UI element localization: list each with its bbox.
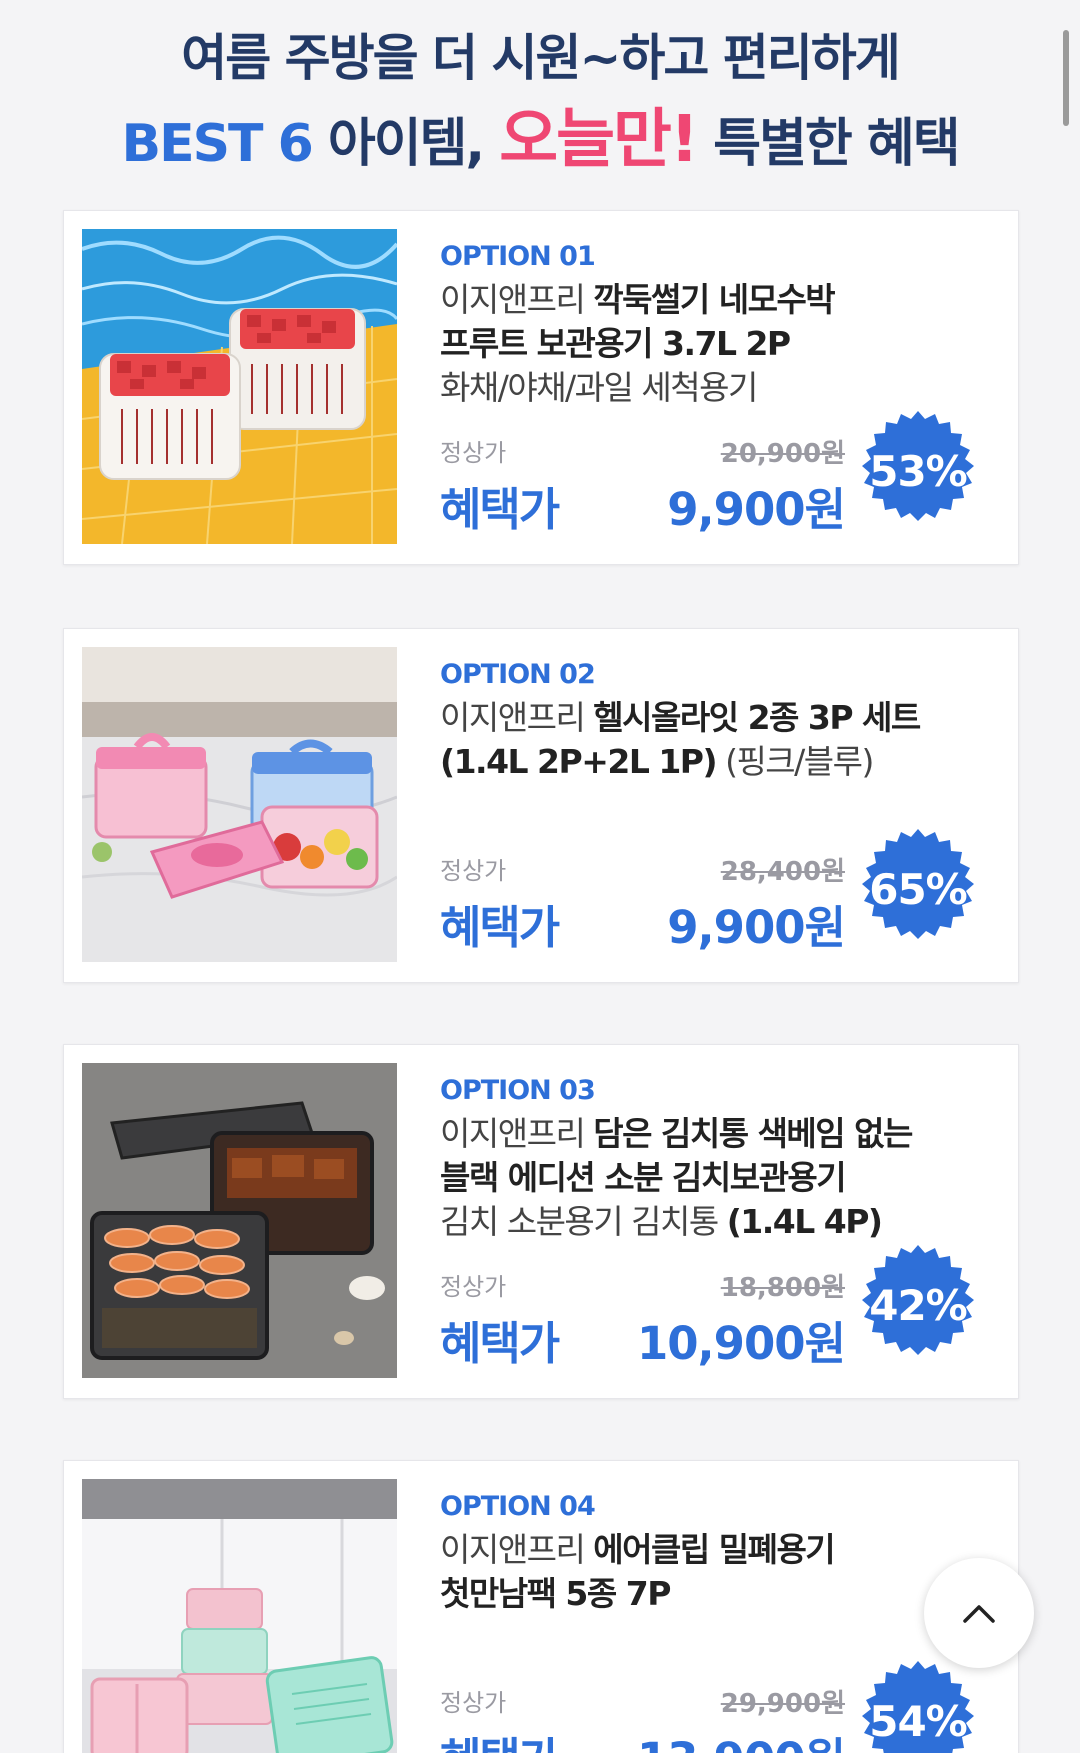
- brand-name: 이지앤프리: [440, 698, 594, 737]
- regular-price-row: 정상가 20,900원: [440, 433, 845, 469]
- product-name-line2: 프루트 보관용기 3.7L 2P: [440, 324, 791, 363]
- header-subheadline: BEST 6 아이템, 오늘만! 특별한 혜택: [0, 88, 1080, 180]
- product-image-kimchi-container[interactable]: [82, 1063, 397, 1378]
- header-headline: 여름 주방을 더 시원~하고 편리하게: [181, 29, 901, 87]
- product-info: OPTION 03 이지앤프리 담은 김치통 색베임 없는 블랙 에디션 소분 …: [440, 1075, 920, 1244]
- scroll-to-top-button[interactable]: [924, 1558, 1034, 1668]
- regular-price-label: 정상가: [440, 1273, 507, 1301]
- sale-price-row: 혜택가 13,900원: [440, 1723, 846, 1753]
- product-card-option-02[interactable]: OPTION 02 이지앤프리 헬시올라잇 2종 3P 세트 (1.4L 2P+…: [63, 628, 1019, 983]
- option-label: OPTION 04: [440, 1491, 596, 1522]
- product-card-option-04[interactable]: OPTION 04 이지앤프리 에어클립 밀폐용기 첫만남팩 5종 7P 정상가…: [63, 1460, 1019, 1753]
- product-color-options: (핑크/블루): [716, 742, 874, 781]
- sale-price-label: 혜택가: [440, 1723, 560, 1753]
- regular-price-label: 정상가: [440, 857, 507, 885]
- today-only-label: 오늘만!: [499, 103, 699, 177]
- page-scrollbar[interactable]: [1063, 30, 1069, 126]
- product-name-line2: 첫만남팩 5종 7P: [440, 1574, 671, 1613]
- option-label: OPTION 03: [440, 1075, 596, 1106]
- product-title[interactable]: 이지앤프리 에어클립 밀폐용기 첫만남팩 5종 7P: [440, 1528, 920, 1616]
- sale-price-label: 혜택가: [440, 483, 560, 536]
- product-capacity: (1.4L 4P): [726, 1202, 883, 1241]
- option-label: OPTION 02: [440, 659, 596, 690]
- discount-badge: 65%: [858, 829, 978, 949]
- regular-price-row: 정상가 18,800원: [440, 1267, 845, 1303]
- product-name-line2: (1.4L 2P+2L 1P): [440, 742, 718, 781]
- product-name: 헬시올라잇 2종 3P 세트: [593, 698, 921, 737]
- regular-price-row: 정상가 28,400원: [440, 851, 845, 887]
- product-image-watermelon-container[interactable]: [82, 229, 397, 544]
- product-card-option-03[interactable]: OPTION 03 이지앤프리 담은 김치통 색베임 없는 블랙 에디션 소분 …: [63, 1044, 1019, 1399]
- product-title[interactable]: 이지앤프리 깍둑썰기 네모수박 프루트 보관용기 3.7L 2P 화채/야채/과…: [440, 278, 920, 410]
- brand-name: 이지앤프리: [440, 280, 594, 319]
- brand-name: 이지앤프리: [440, 1530, 594, 1569]
- product-name: 깍둑썰기 네모수박: [593, 280, 835, 319]
- product-name-line2: 블랙 에디션 소분 김치보관용기: [440, 1158, 847, 1197]
- sale-price: 9,900원: [667, 901, 846, 954]
- product-name: 에어클립 밀폐용기: [593, 1530, 835, 1569]
- discount-badge: 54%: [858, 1661, 978, 1753]
- regular-price-label: 정상가: [440, 439, 507, 467]
- items-label: 아이템,: [311, 114, 500, 174]
- sale-price-label: 혜택가: [440, 901, 560, 954]
- product-title[interactable]: 이지앤프리 헬시올라잇 2종 3P 세트 (1.4L 2P+2L 1P) (핑크…: [440, 696, 921, 784]
- promo-header: 여름 주방을 더 시원~하고 편리하게 BEST 6 아이템, 오늘만! 특별한…: [0, 0, 1080, 190]
- product-subtitle: 화채/야채/과일 세척용기: [440, 368, 758, 407]
- best-label: BEST 6: [121, 114, 313, 174]
- chevron-up-icon: [963, 1605, 995, 1623]
- product-image-healthy-containers[interactable]: [82, 647, 397, 962]
- discount-percent: 65%: [869, 865, 968, 914]
- discount-percent: 54%: [869, 1697, 968, 1746]
- discount-badge: 42%: [858, 1245, 978, 1365]
- brand-name: 이지앤프리: [440, 1114, 594, 1153]
- sale-price-row: 혜택가 10,900원: [440, 1307, 846, 1370]
- regular-price-label: 정상가: [440, 1689, 507, 1717]
- discount-badge: 53%: [858, 411, 978, 531]
- product-title[interactable]: 이지앤프리 담은 김치통 색베임 없는 블랙 에디션 소분 김치보관용기 김치 …: [440, 1112, 920, 1244]
- sale-price-row: 혜택가 9,900원: [440, 891, 846, 954]
- discount-percent: 42%: [869, 1281, 968, 1330]
- regular-price: 29,900원: [720, 1689, 845, 1719]
- regular-price: 18,800원: [720, 1273, 845, 1303]
- regular-price-row: 정상가 29,900원: [440, 1683, 845, 1719]
- regular-price: 20,900원: [720, 439, 845, 469]
- special-benefit-label: 특별한 혜택: [697, 114, 960, 174]
- product-info: OPTION 02 이지앤프리 헬시올라잇 2종 3P 세트 (1.4L 2P+…: [440, 659, 921, 784]
- sale-price: 13,900원: [637, 1723, 846, 1753]
- product-info: OPTION 01 이지앤프리 깍둑썰기 네모수박 프루트 보관용기 3.7L …: [440, 241, 920, 410]
- discount-percent: 53%: [869, 447, 968, 496]
- product-card-option-01[interactable]: OPTION 01 이지앤프리 깍둑썰기 네모수박 프루트 보관용기 3.7L …: [63, 210, 1019, 565]
- sale-price: 9,900원: [667, 483, 846, 536]
- sale-price-row: 혜택가 9,900원: [440, 473, 846, 536]
- product-info: OPTION 04 이지앤프리 에어클립 밀폐용기 첫만남팩 5종 7P: [440, 1491, 920, 1616]
- sale-price: 10,900원: [636, 1317, 846, 1370]
- product-subtitle: 김치 소분용기 김치통: [440, 1202, 727, 1241]
- product-name: 담은 김치통 색베임 없는: [593, 1114, 913, 1153]
- product-image-airclip-containers[interactable]: [82, 1479, 397, 1753]
- regular-price: 28,400원: [720, 857, 845, 887]
- option-label: OPTION 01: [440, 241, 596, 272]
- sale-price-label: 혜택가: [440, 1317, 560, 1370]
